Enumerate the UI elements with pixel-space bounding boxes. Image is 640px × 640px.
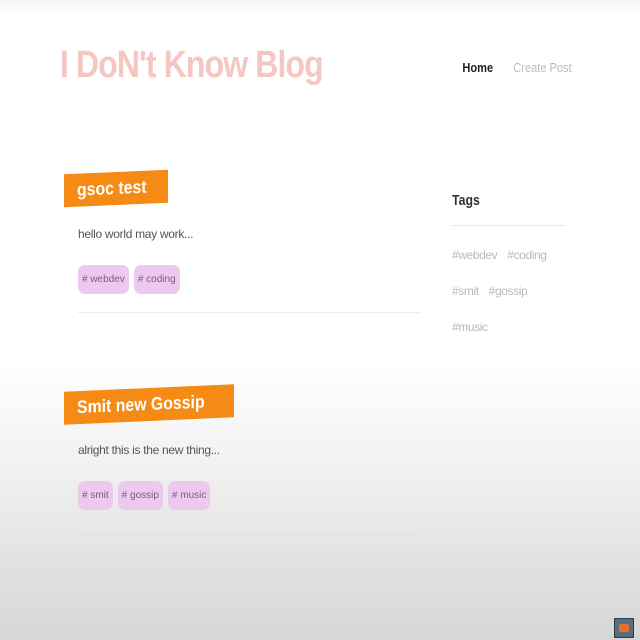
nav-create-post-link[interactable]: Create Post [514,60,572,75]
site-brand-logo[interactable]: I DoN't Know Blog [60,44,324,87]
post-title-text: Smit new Gossip [77,391,205,418]
post-excerpt: alright this is the new thing... [78,443,220,457]
post-title-text: gsoc test [77,176,147,200]
post-divider [78,312,420,313]
sidebar-tag-link[interactable]: #webdev [452,248,498,262]
tags-sidebar: Tags #webdev #coding #smit #gossip #musi… [452,192,570,334]
post-tag-list: # smit # gossip # music [78,481,420,510]
sidebar-tag-link[interactable]: #smit [452,284,479,298]
browser-top-strip [0,0,640,18]
post-tag-list: # webdev # coding [78,265,420,294]
sidebar-title: Tags [452,192,480,209]
sidebar-tag-link[interactable]: #gossip [489,284,528,298]
sidebar-tag-link[interactable]: #coding [507,248,547,262]
post-tag[interactable]: # coding [133,265,180,294]
post-card: Smit new Gossip alright this is the new … [64,384,420,529]
post-tag[interactable]: # smit [78,481,113,510]
post-tag[interactable]: # music [167,481,211,510]
sidebar-divider [452,225,566,226]
post-card: gsoc test hello world may work... # webd… [64,169,420,313]
post-divider [78,528,420,529]
post-title-link[interactable]: Smit new Gossip [64,384,235,425]
main-nav: Home Create Post [457,60,572,75]
sidebar-tag-list: #webdev #coding #smit #gossip #music [452,248,570,334]
post-tag[interactable]: # gossip [117,481,163,510]
nav-home-link[interactable]: Home [463,60,494,75]
post-tag[interactable]: # webdev [78,265,129,294]
post-title-link[interactable]: gsoc test [64,169,169,208]
post-excerpt: hello world may work... [78,227,194,241]
webcam-avatar-icon [614,618,634,638]
sidebar-tag-link[interactable]: #music [452,320,488,334]
